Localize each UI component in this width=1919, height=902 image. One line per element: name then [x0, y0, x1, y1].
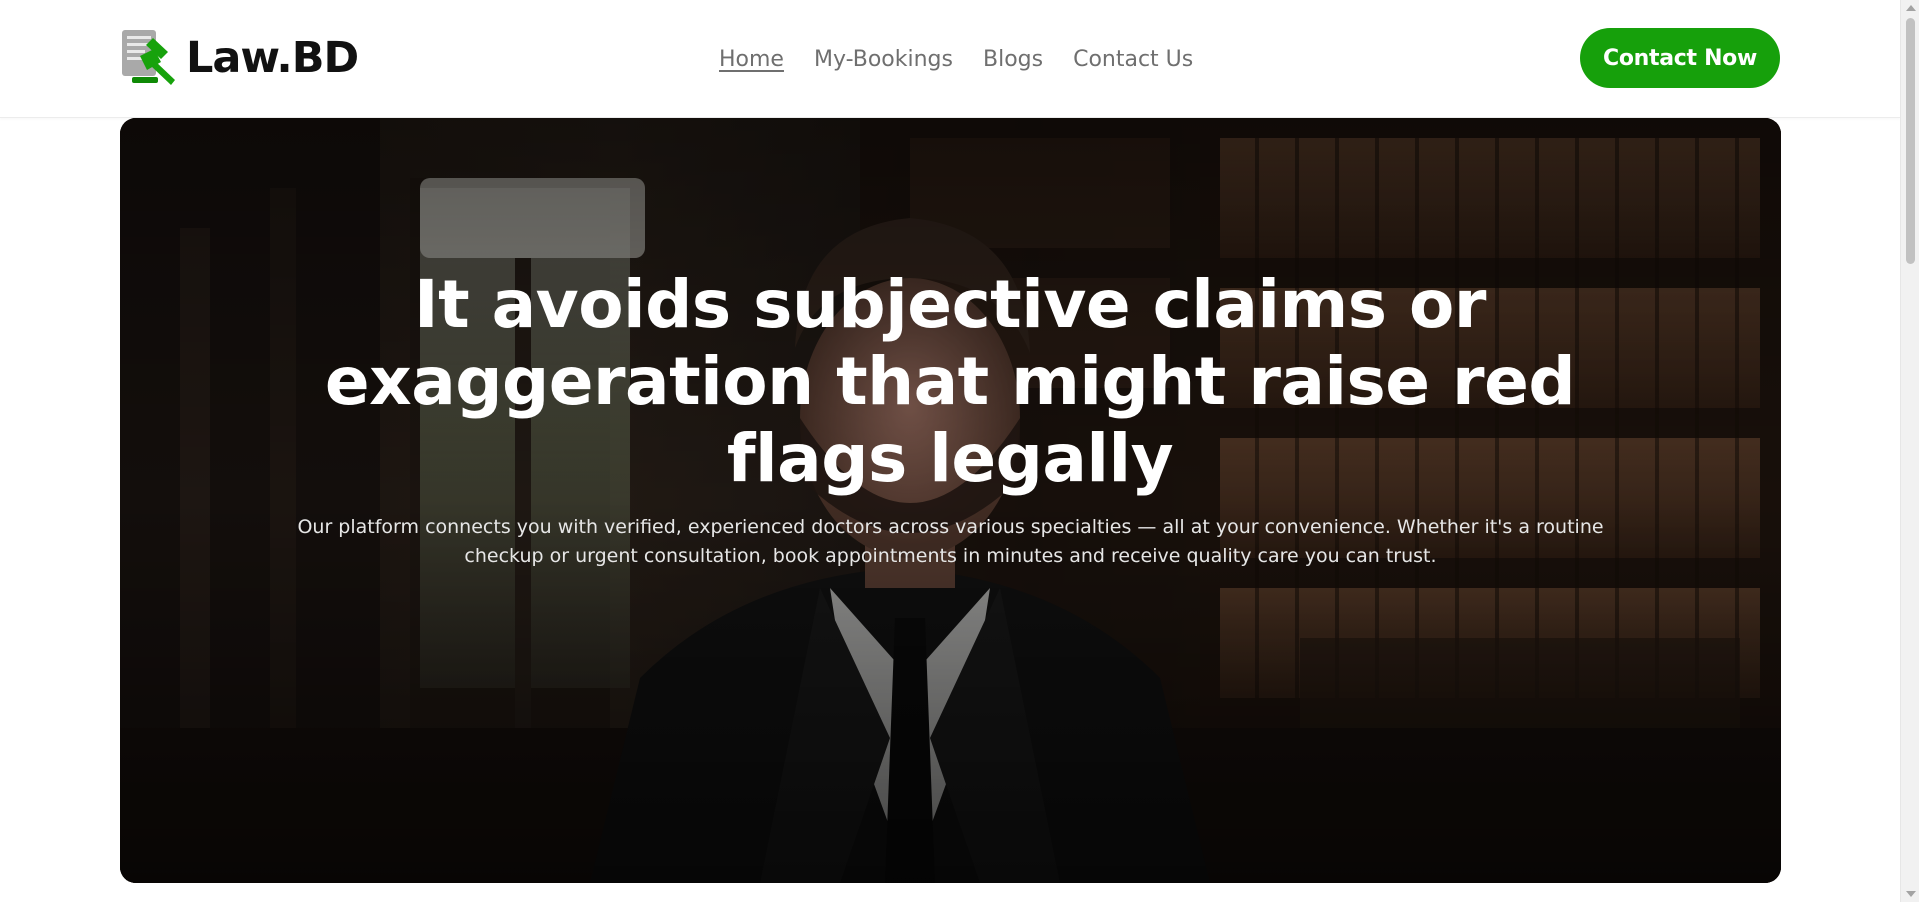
- main-nav: Home My-Bookings Blogs Contact Us: [719, 43, 1193, 75]
- nav-link-blogs[interactable]: Blogs: [983, 47, 1043, 72]
- hero-title: It avoids subjective claims or exaggerat…: [324, 266, 1576, 497]
- brand-logo-link[interactable]: Law.BD: [120, 27, 359, 89]
- nav-link-my-bookings[interactable]: My-Bookings: [814, 47, 953, 72]
- brand-name: Law.BD: [186, 33, 359, 83]
- nav-link-home[interactable]: Home: [719, 47, 784, 72]
- page-scrollbar[interactable]: [1900, 0, 1919, 902]
- nav-link-contact-us[interactable]: Contact Us: [1073, 47, 1193, 72]
- scroll-down-arrow-icon[interactable]: [1906, 891, 1916, 897]
- gavel-document-logo-icon: [122, 30, 175, 85]
- hero-overlay: [120, 118, 1781, 883]
- page: Law.BD Home My-Bookings Blogs Contact Us…: [0, 0, 1919, 902]
- hero-subtitle: Our platform connects you with verified,…: [297, 516, 1604, 567]
- contact-now-button[interactable]: Contact Now: [1580, 28, 1780, 88]
- scroll-up-arrow-icon[interactable]: [1906, 5, 1916, 11]
- hero-banner: It avoids subjective claims or exaggerat…: [120, 118, 1781, 883]
- navbar: Law.BD Home My-Bookings Blogs Contact Us…: [0, 0, 1900, 118]
- scroll-thumb[interactable]: [1906, 18, 1915, 264]
